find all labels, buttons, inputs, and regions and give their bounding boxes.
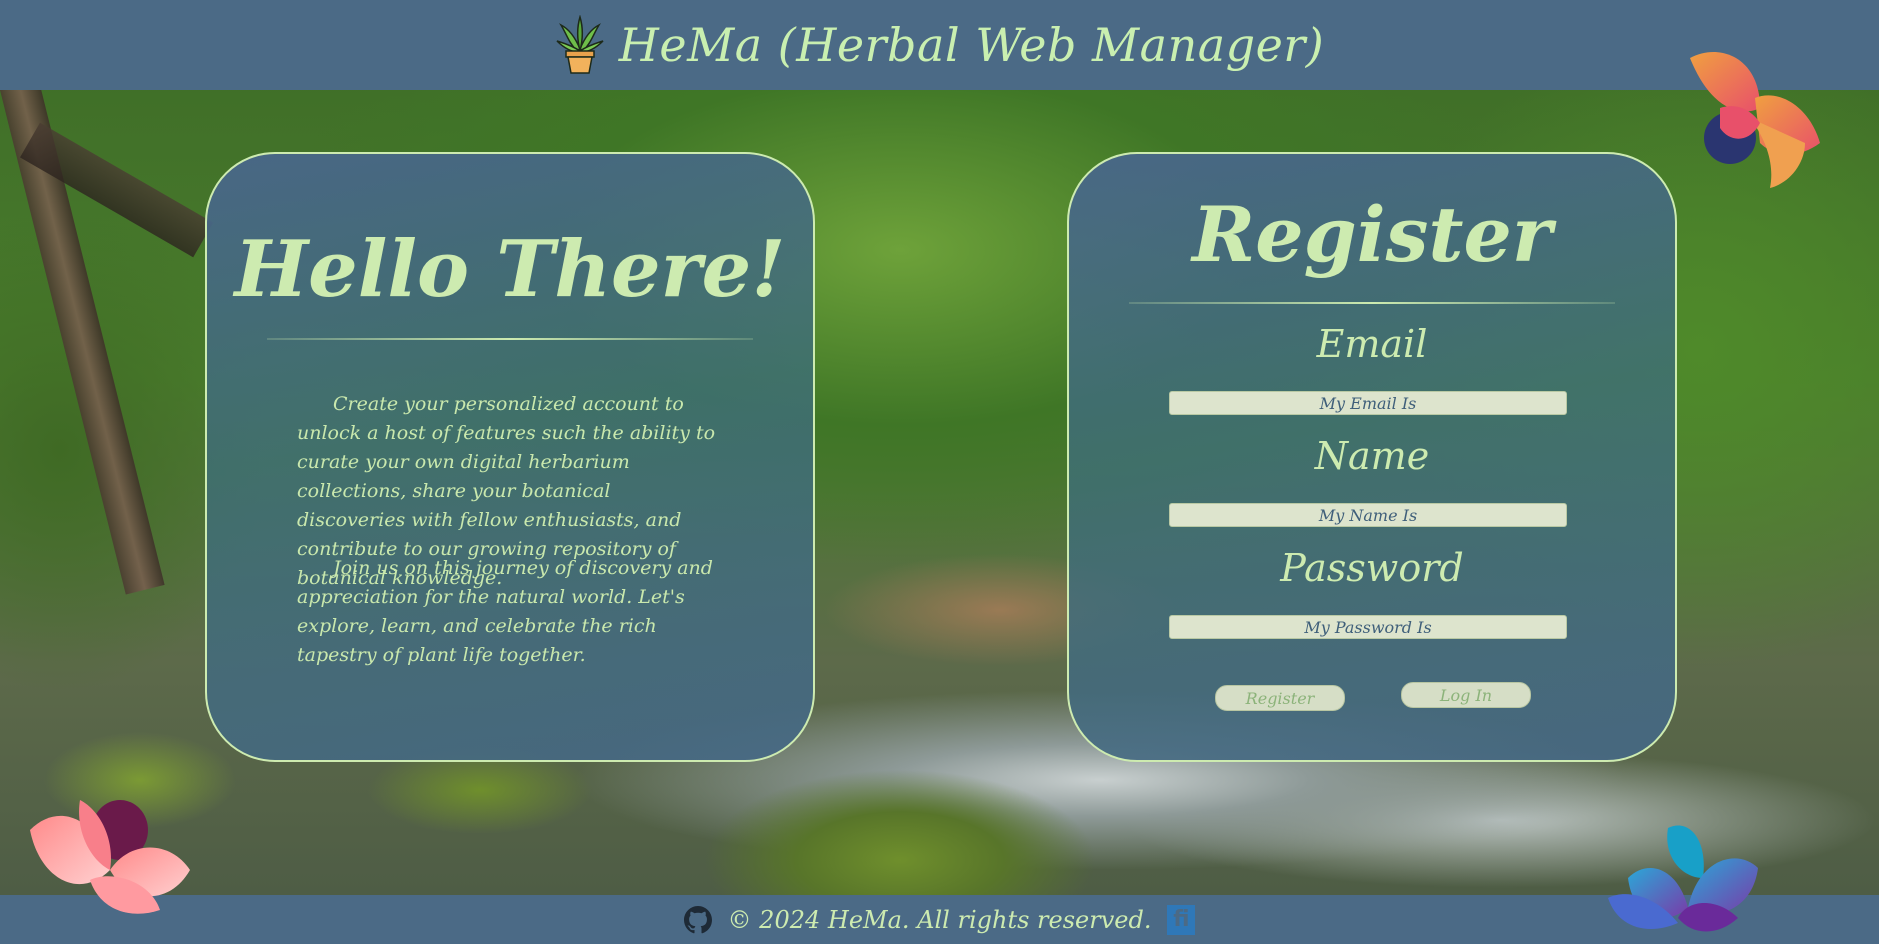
flower-top-right-icon [1690, 52, 1820, 188]
password-label: Password [1280, 546, 1464, 590]
email-field[interactable] [1169, 391, 1567, 415]
name-label: Name [1314, 434, 1430, 478]
site-footer: © 2024 HeMa. All rights reserved. fi [0, 895, 1879, 944]
password-field[interactable] [1169, 615, 1567, 639]
register-button[interactable]: Register [1215, 685, 1345, 711]
flower-bottom-right-icon [1608, 825, 1758, 932]
intro-paragraph-2: Join us on this journey of discovery and… [297, 557, 713, 666]
email-label: Email [1316, 322, 1428, 366]
register-panel: Register Email Name Password Register Lo… [1067, 152, 1677, 762]
register-divider [1129, 302, 1615, 304]
site-title: HeMa (Herbal Web Manager) [618, 18, 1325, 72]
flower-bottom-left-icon [30, 800, 190, 914]
intro-title: Hello There! [234, 224, 786, 315]
login-button[interactable]: Log In [1401, 682, 1531, 708]
register-title: Register [1192, 190, 1552, 279]
intro-divider [267, 338, 753, 340]
intro-panel: Hello There! Create your personalized ac… [205, 152, 815, 762]
name-field[interactable] [1169, 503, 1567, 527]
fi-logo-icon[interactable]: fi [1167, 904, 1196, 935]
site-header: HeMa (Herbal Web Manager) [0, 0, 1879, 90]
potted-plant-icon [556, 15, 604, 74]
copyright-text: © 2024 HeMa. All rights reserved. [727, 905, 1152, 934]
github-icon[interactable] [683, 905, 712, 934]
